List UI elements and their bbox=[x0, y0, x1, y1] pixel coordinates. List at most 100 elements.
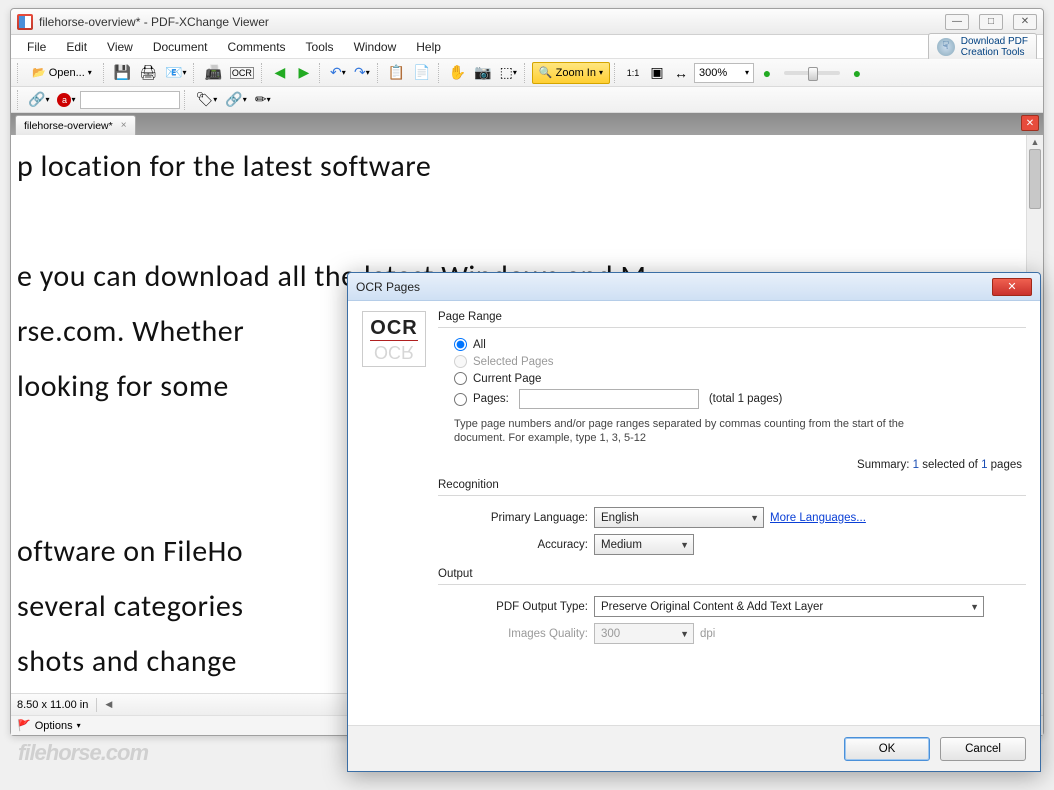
radio-pages-row[interactable]: Pages: (total 1 pages) bbox=[438, 387, 1026, 411]
scrollbar-thumb[interactable] bbox=[1029, 149, 1041, 209]
redo-icon: ↷ bbox=[354, 64, 366, 81]
zoom-percent-combo[interactable]: 300%▾ bbox=[694, 63, 754, 83]
output-type-combo[interactable]: Preserve Original Content & Add Text Lay… bbox=[594, 596, 984, 617]
scroll-up-icon[interactable]: ▲ bbox=[1027, 135, 1043, 149]
app-icon bbox=[17, 14, 33, 30]
zoom-slider[interactable] bbox=[784, 71, 840, 75]
window-title: filehorse-overview* - PDF-XChange Viewer bbox=[39, 15, 945, 29]
ocr-button[interactable]: OCR bbox=[227, 62, 257, 84]
menu-document[interactable]: Document bbox=[143, 37, 218, 57]
actual-size-button[interactable]: 1:1 bbox=[622, 62, 644, 84]
document-tab-active[interactable]: filehorse-overview* × bbox=[15, 115, 136, 135]
select-icon: ⬚ bbox=[500, 64, 513, 81]
zoom-in-button[interactable]: 🔍Zoom In▾ bbox=[532, 62, 610, 84]
maximize-button[interactable]: □ bbox=[979, 14, 1003, 30]
tab-close-icon[interactable]: × bbox=[121, 120, 127, 131]
menu-help[interactable]: Help bbox=[406, 37, 451, 57]
clipboard-button[interactable]: 📋 bbox=[385, 62, 408, 84]
radio-current-row[interactable]: Current Page bbox=[438, 370, 1026, 387]
print-button[interactable]: 🖨 bbox=[136, 62, 160, 84]
actual-size-icon: 1:1 bbox=[627, 68, 640, 78]
undo-button[interactable]: ↶▾ bbox=[327, 62, 349, 84]
close-button[interactable]: ✕ bbox=[1013, 14, 1037, 30]
download-pdf-creation-tools-button[interactable]: ☟ Download PDFCreation Tools bbox=[928, 33, 1037, 61]
copy-icon: 📄 bbox=[413, 64, 430, 81]
search-web-button[interactable]: a▾ bbox=[54, 89, 78, 111]
email-button[interactable]: 📧▾ bbox=[162, 62, 189, 84]
zoom-out-button[interactable]: ● bbox=[756, 62, 778, 84]
stamp-button[interactable]: 🏷▾ bbox=[192, 89, 220, 111]
fit-page-button[interactable]: ▣ bbox=[646, 62, 668, 84]
zoom-in-plus-button[interactable]: ● bbox=[846, 62, 868, 84]
statusbar-scroll-left-icon[interactable]: ◀ bbox=[105, 699, 112, 710]
ocr-pages-dialog: OCR Pages ✕ OCROCR Page Range All Select… bbox=[347, 272, 1041, 772]
primary-language-combo[interactable]: English▼ bbox=[594, 507, 764, 528]
fit-width-button[interactable]: ↔ bbox=[670, 62, 692, 84]
hand-tool-button[interactable]: ✋ bbox=[446, 62, 469, 84]
nav-back-button[interactable]: ◀ bbox=[269, 62, 291, 84]
ocr-dialog-icon: OCROCR bbox=[362, 311, 426, 367]
askcom-icon: a bbox=[57, 93, 71, 107]
pages-input[interactable] bbox=[519, 389, 699, 409]
close-all-tabs-button[interactable]: ✕ bbox=[1021, 115, 1039, 131]
copy-button[interactable]: 📄 bbox=[410, 62, 433, 84]
pencil-button[interactable]: ✏▾ bbox=[252, 89, 274, 111]
open-button[interactable]: 📂Open...▾ bbox=[25, 62, 99, 84]
stamp-icon: 🏷 bbox=[195, 91, 213, 108]
printer-icon: 🖨 bbox=[139, 64, 157, 81]
select-tool-button[interactable]: ⬚▾ bbox=[497, 62, 520, 84]
scan-button[interactable]: 📠 bbox=[201, 62, 224, 84]
dialog-footer: OK Cancel bbox=[348, 725, 1040, 771]
radio-pages[interactable] bbox=[454, 393, 467, 406]
output-type-label: PDF Output Type: bbox=[438, 601, 588, 613]
folder-open-icon: 📂 bbox=[32, 66, 46, 79]
clipboard-icon: 📋 bbox=[388, 64, 405, 81]
chevron-down-icon: ▼ bbox=[750, 513, 759, 523]
nav-forward-button[interactable]: ▶ bbox=[293, 62, 315, 84]
cancel-button[interactable]: Cancel bbox=[940, 737, 1026, 761]
dialog-close-button[interactable]: ✕ bbox=[992, 278, 1032, 296]
dialog-title: OCR Pages bbox=[356, 280, 992, 294]
radio-all-row[interactable]: All bbox=[438, 336, 1026, 353]
page-range-group-label: Page Range bbox=[438, 311, 1026, 323]
mail-icon: 📧 bbox=[165, 64, 182, 81]
snapshot-tool-button[interactable]: 📷 bbox=[471, 62, 494, 84]
minimize-button[interactable]: — bbox=[945, 14, 969, 30]
chevron-down-icon: ▼ bbox=[970, 602, 979, 612]
highlight-icon: 🔗 bbox=[225, 91, 242, 108]
main-toolbar: 📂Open...▾ 💾 🖨 📧▾ 📠 OCR ◀ ▶ ↶▾ ↷▾ 📋 📄 ✋ 📷… bbox=[11, 59, 1043, 87]
dialog-titlebar: OCR Pages ✕ bbox=[348, 273, 1040, 301]
dpi-label: dpi bbox=[700, 628, 715, 640]
fit-page-icon: ▣ bbox=[650, 64, 663, 81]
arrow-left-green-icon: ◀ bbox=[275, 64, 286, 81]
more-languages-link[interactable]: More Languages... bbox=[770, 512, 866, 524]
save-button[interactable]: 💾 bbox=[111, 62, 134, 84]
zoom-in-icon: 🔍 bbox=[539, 66, 553, 79]
menubar: File Edit View Document Comments Tools W… bbox=[11, 35, 1043, 59]
images-quality-combo: 300▼ bbox=[594, 623, 694, 644]
menu-view[interactable]: View bbox=[97, 37, 143, 57]
minus-icon: ● bbox=[763, 65, 771, 81]
options-button[interactable]: Options bbox=[35, 720, 73, 732]
radio-selected-row: Selected Pages bbox=[438, 353, 1026, 370]
menu-file[interactable]: File bbox=[17, 37, 56, 57]
radio-current-page[interactable] bbox=[454, 372, 467, 385]
link-tool-button[interactable]: 🔗▾ bbox=[25, 89, 52, 111]
redo-button[interactable]: ↷▾ bbox=[351, 62, 373, 84]
ok-button[interactable]: OK bbox=[844, 737, 930, 761]
menu-window[interactable]: Window bbox=[344, 37, 407, 57]
titlebar: filehorse-overview* - PDF-XChange Viewer… bbox=[11, 9, 1043, 35]
hand-icon: ✋ bbox=[449, 64, 466, 81]
document-tabstrip: filehorse-overview* × ✕ bbox=[11, 113, 1043, 135]
comments-toolbar: 🔗▾ a▾ 🏷▾ 🔗▾ ✏▾ bbox=[11, 87, 1043, 113]
accuracy-combo[interactable]: Medium▼ bbox=[594, 534, 694, 555]
watermark: filehorse.com bbox=[18, 740, 148, 766]
menu-tools[interactable]: Tools bbox=[296, 37, 344, 57]
radio-all[interactable] bbox=[454, 338, 467, 351]
menu-comments[interactable]: Comments bbox=[218, 37, 296, 57]
primary-language-label: Primary Language: bbox=[438, 512, 588, 524]
menu-edit[interactable]: Edit bbox=[56, 37, 97, 57]
highlight-button[interactable]: 🔗▾ bbox=[222, 89, 249, 111]
accuracy-label: Accuracy: bbox=[438, 539, 588, 551]
search-input[interactable] bbox=[80, 91, 180, 109]
